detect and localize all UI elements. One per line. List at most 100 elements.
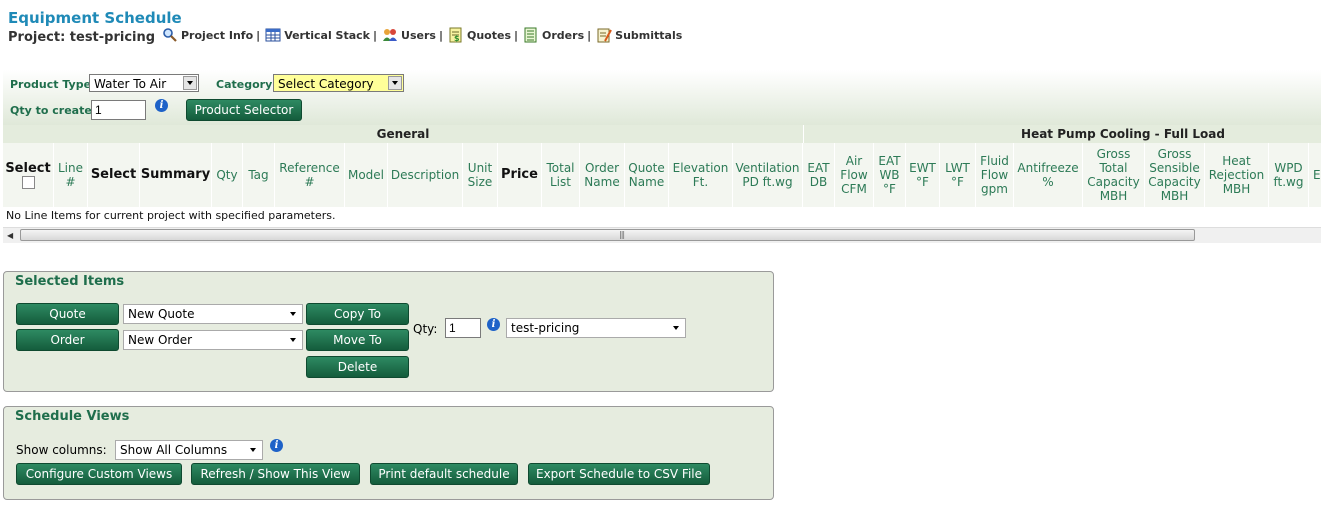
select-all-checkbox[interactable] bbox=[21, 175, 35, 189]
info-icon[interactable]: i bbox=[487, 318, 500, 331]
show-columns-label: Show columns: bbox=[16, 443, 107, 457]
nav-submittals-label[interactable]: Submittals bbox=[615, 29, 682, 42]
scroll-grip-icon: ||| bbox=[619, 230, 625, 239]
schedule-table: General Heat Pump Cooling - Full Load Se… bbox=[3, 125, 1321, 207]
dropdown-arrow-icon bbox=[290, 312, 296, 316]
show-columns-select[interactable]: Show All Columns bbox=[115, 440, 263, 460]
project-nav: Project Info | Vertical Stack | Users | … bbox=[162, 27, 682, 43]
delete-button[interactable]: Delete bbox=[306, 356, 409, 378]
col-partial[interactable]: E bbox=[1309, 143, 1321, 207]
target-project-select[interactable]: test-pricing bbox=[506, 318, 686, 338]
col-wpd[interactable]: WPD ft.wg bbox=[1269, 143, 1309, 207]
col-description[interactable]: Description bbox=[388, 143, 463, 207]
col-gross-sensible[interactable]: Gross Sensible Capacity MBH bbox=[1145, 143, 1205, 207]
col-gross-total[interactable]: Gross Total Capacity MBH bbox=[1083, 143, 1145, 207]
col-ewt[interactable]: EWT °F bbox=[906, 143, 940, 207]
nav-project-info[interactable]: Project Info bbox=[162, 27, 253, 43]
nav-orders[interactable]: Orders bbox=[523, 27, 584, 43]
selected-items-panel: Selected Items Quote Order New Quote New… bbox=[3, 271, 774, 392]
group-general: General bbox=[3, 125, 804, 143]
nav-quotes[interactable]: $ Quotes bbox=[448, 27, 511, 43]
col-ventilation[interactable]: Ventilation PD ft.wg bbox=[733, 143, 803, 207]
col-eat-wb[interactable]: EAT WB °F bbox=[874, 143, 906, 207]
dropdown-arrow-icon bbox=[673, 326, 679, 330]
col-total-list[interactable]: Total List bbox=[542, 143, 580, 207]
nav-quotes-label[interactable]: Quotes bbox=[467, 29, 511, 42]
col-tag[interactable]: Tag bbox=[243, 143, 275, 207]
magnifier-icon bbox=[163, 28, 177, 42]
col-select[interactable]: Select bbox=[88, 143, 140, 207]
product-type-select[interactable]: Water To Air bbox=[89, 74, 199, 92]
dropdown-arrow-icon bbox=[250, 448, 256, 452]
export-csv-button[interactable]: Export Schedule to CSV File bbox=[528, 463, 710, 485]
nav-submittals[interactable]: Submittals bbox=[596, 27, 682, 43]
submittals-icon bbox=[597, 28, 613, 43]
nav-orders-label[interactable]: Orders bbox=[542, 29, 584, 42]
col-quote-name[interactable]: Quote Name bbox=[625, 143, 669, 207]
scroll-left-icon[interactable]: ◀ bbox=[7, 231, 13, 240]
col-antifreeze[interactable]: Antifreeze % bbox=[1014, 143, 1083, 207]
nav-project-info-label[interactable]: Project Info bbox=[181, 29, 253, 42]
quote-select[interactable]: New Quote bbox=[123, 304, 303, 324]
scrollbar-thumb[interactable]: ||| bbox=[20, 229, 1195, 241]
col-summary[interactable]: Summary bbox=[140, 143, 212, 207]
info-icon[interactable]: i bbox=[270, 439, 283, 452]
nav-vertical-stack-label[interactable]: Vertical Stack bbox=[284, 29, 370, 42]
dropdown-arrow-icon bbox=[183, 76, 197, 90]
refresh-view-button[interactable]: Refresh / Show This View bbox=[191, 463, 360, 485]
product-type-label: Product Type bbox=[10, 78, 92, 91]
nav-users[interactable]: Users bbox=[382, 27, 436, 43]
print-schedule-button[interactable]: Print default schedule bbox=[370, 463, 518, 485]
configure-custom-views-button[interactable]: Configure Custom Views bbox=[16, 463, 182, 485]
move-to-button[interactable]: Move To bbox=[306, 329, 409, 351]
select-all-column: Select bbox=[3, 143, 54, 207]
col-lwt[interactable]: LWT °F bbox=[940, 143, 976, 207]
project-label: Project: test-pricing bbox=[8, 30, 156, 45]
info-icon[interactable]: i bbox=[155, 99, 168, 112]
selected-items-title: Selected Items bbox=[15, 274, 125, 289]
filter-bar: Product Type Water To Air Category Selec… bbox=[3, 70, 1321, 126]
nav-vertical-stack[interactable]: Vertical Stack bbox=[265, 27, 370, 43]
copy-qty-input[interactable] bbox=[445, 318, 481, 338]
product-selector-button[interactable]: Product Selector bbox=[186, 99, 302, 121]
order-button[interactable]: Order bbox=[16, 329, 119, 351]
col-qty[interactable]: Qty bbox=[212, 143, 243, 207]
schedule-views-title: Schedule Views bbox=[15, 409, 130, 424]
order-select-value: New Order bbox=[128, 333, 193, 347]
quote-button[interactable]: Quote bbox=[16, 303, 119, 325]
col-price[interactable]: Price bbox=[498, 143, 542, 207]
col-heat-rejection[interactable]: Heat Rejection MBH bbox=[1205, 143, 1269, 207]
table-group-header: General Heat Pump Cooling - Full Load bbox=[3, 125, 1321, 143]
order-select[interactable]: New Order bbox=[123, 330, 303, 350]
users-icon bbox=[383, 29, 398, 41]
orders-icon bbox=[524, 27, 537, 43]
nav-users-label[interactable]: Users bbox=[401, 29, 436, 42]
col-air-flow[interactable]: Air Flow CFM bbox=[835, 143, 874, 207]
schedule-views-panel: Schedule Views Show columns: Show All Co… bbox=[3, 406, 774, 500]
quotes-icon: $ bbox=[449, 27, 462, 43]
table-header-row: Select Line # Select Summary Qty Tag Ref… bbox=[3, 143, 1321, 207]
category-select[interactable]: Select Category bbox=[273, 74, 404, 92]
product-type-value: Water To Air bbox=[94, 77, 167, 91]
horizontal-scrollbar[interactable]: ◀ ||| bbox=[3, 227, 1321, 243]
select-header-label: Select bbox=[5, 160, 51, 176]
category-label: Category bbox=[216, 78, 273, 91]
col-order-name[interactable]: Order Name bbox=[580, 143, 625, 207]
col-reference[interactable]: Reference # bbox=[275, 143, 345, 207]
group-heat-pump-cooling: Heat Pump Cooling - Full Load bbox=[803, 125, 1321, 143]
qty-to-create-input[interactable] bbox=[91, 100, 146, 120]
col-fluid-flow[interactable]: Fluid Flow gpm bbox=[976, 143, 1014, 207]
svg-text:$: $ bbox=[454, 34, 460, 43]
table-icon bbox=[265, 28, 281, 42]
col-model[interactable]: Model bbox=[345, 143, 388, 207]
col-eat-db[interactable]: EAT DB bbox=[803, 143, 835, 207]
col-unit-size[interactable]: Unit Size bbox=[463, 143, 498, 207]
col-line[interactable]: Line # bbox=[54, 143, 88, 207]
page-title: Equipment Schedule bbox=[8, 9, 182, 27]
category-value: Select Category bbox=[278, 77, 374, 91]
col-elevation[interactable]: Elevation Ft. bbox=[669, 143, 733, 207]
quote-select-value: New Quote bbox=[128, 307, 195, 321]
copy-to-button[interactable]: Copy To bbox=[306, 303, 409, 325]
dropdown-arrow-icon bbox=[388, 76, 402, 90]
show-columns-value: Show All Columns bbox=[120, 443, 228, 457]
